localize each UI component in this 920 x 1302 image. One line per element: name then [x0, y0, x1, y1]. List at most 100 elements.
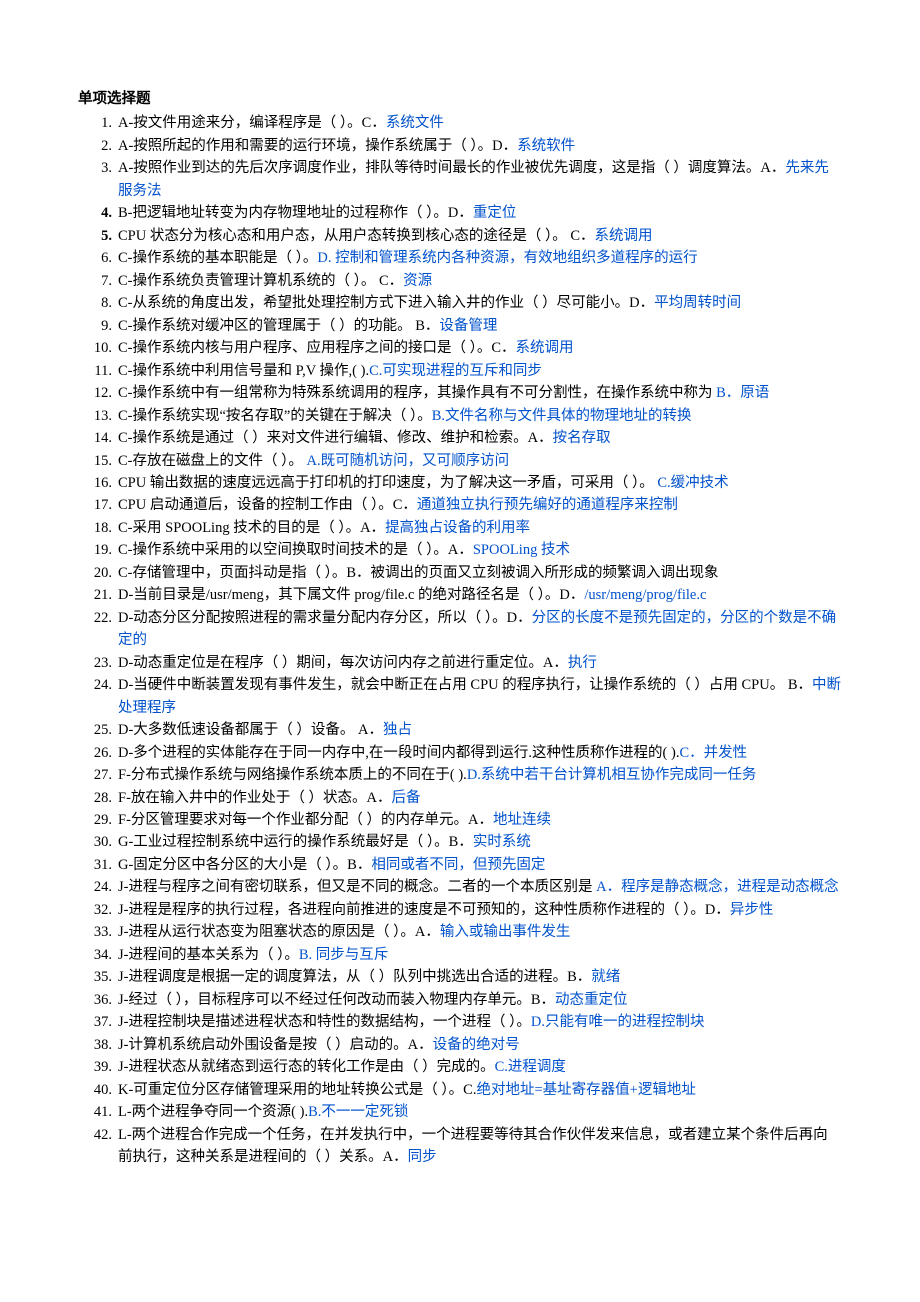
question-content: L-两个进程合作完成一个任务，在并发执行中，一个进程要等待其合作伙伴发来信息，或…	[118, 1124, 842, 1169]
question-item: 4.B-把逻辑地址转变为内存物理地址的过程称作（ ）。D．重定位	[78, 202, 842, 224]
question-number: 37.	[78, 1011, 118, 1033]
question-text: G-固定分区中各分区的大小是（ ）。B．	[118, 857, 371, 873]
question-text: A-按照所起的作用和需要的运行环境，操作系统属于（ ）。D．	[118, 138, 517, 154]
answer-text: 设备管理	[439, 318, 497, 334]
question-item: 29.F-分区管理要求对每一个作业都分配（ ）的内存单元。A．地址连续	[78, 809, 842, 831]
question-content: CPU 启动通道后，设备的控制工作由（ ）。C．通道独立执行预先编好的通道程序来…	[118, 494, 842, 516]
section-heading: 单项选择题	[78, 88, 842, 110]
question-content: CPU 状态分为核心态和用户态，从用户态转换到核心态的途径是（ ）。 C．系统调…	[118, 225, 842, 247]
question-item: 35.J-进程调度是根据一定的调度算法，从（ ）队列中挑选出合适的进程。B．就绪	[78, 966, 842, 988]
question-item: 23.D-动态重定位是在程序（ ）期间，每次访问内存之前进行重定位。A．执行	[78, 652, 842, 674]
answer-text: D. 控制和管理系统内各种资源，有效地组织多道程序的运行	[317, 250, 697, 266]
question-content: F-放在输入井中的作业处于（ ）状态。A．后备	[118, 787, 842, 809]
question-text: D-大多数低速设备都属于（ ）设备。 A．	[118, 722, 383, 738]
question-content: F-分区管理要求对每一个作业都分配（ ）的内存单元。A．地址连续	[118, 809, 842, 831]
question-content: J-计算机系统启动外围设备是按（ ）启动的。A．设备的绝对号	[118, 1034, 842, 1056]
answer-text: B．原语	[716, 385, 769, 401]
answer-text: 动态重定位	[555, 992, 628, 1008]
question-text: CPU 输出数据的速度远远高于打印机的打印速度，为了解决这一矛盾，可采用（ ）。	[118, 475, 657, 491]
question-item: 15.C-存放在磁盘上的文件（ ）。 A.既可随机访问，又可顺序访问	[78, 450, 842, 472]
question-text: C-操作系统是通过（ ）来对文件进行编辑、修改、维护和检索。A．	[118, 430, 553, 446]
question-content: F-分布式操作系统与网络操作系统本质上的不同在于( ).D.系统中若干台计算机相…	[118, 764, 842, 786]
question-text: C-操作系统对缓冲区的管理属于（ ）的功能。 B．	[118, 318, 439, 334]
answer-text: 同步	[408, 1149, 437, 1165]
answer-text: 系统调用	[516, 340, 574, 356]
question-number: 21.	[78, 584, 118, 606]
question-content: C-采用 SPOOLing 技术的目的是（ ）。A．提高独占设备的利用率	[118, 517, 842, 539]
question-content: C-存储管理中，页面抖动是指（ ）。B．被调出的页面又立刻被调入所形成的频繁调入…	[118, 562, 842, 584]
question-text: J-进程间的基本关系为（ ）。	[118, 947, 299, 963]
question-number: 4.	[78, 202, 118, 224]
question-item: 7.C-操作系统负责管理计算机系统的（ ）。 C．资源	[78, 270, 842, 292]
question-text: C-操作系统中采用的以空间换取时间技术的是（ ）。A．	[118, 542, 473, 558]
question-text: J-进程是程序的执行过程，各进程向前推进的速度是不可预知的，这种性质称作进程的（…	[118, 902, 730, 918]
question-item: 28.F-放在输入井中的作业处于（ ）状态。A．后备	[78, 787, 842, 809]
answer-text: 提高独占设备的利用率	[385, 520, 530, 536]
question-text: CPU 启动通道后，设备的控制工作由（ ）。C．	[118, 497, 417, 513]
answer-text: 平均周转时间	[654, 295, 741, 311]
question-content: C-操作系统的基本职能是（ ）。D. 控制和管理系统内各种资源，有效地组织多道程…	[118, 247, 842, 269]
answer-text: /usr/meng/prog/file.c	[584, 587, 706, 603]
question-item: 18.C-采用 SPOOLing 技术的目的是（ ）。A．提高独占设备的利用率	[78, 517, 842, 539]
answer-text: 设备的绝对号	[433, 1037, 520, 1053]
question-text: C-从系统的角度出发，希望批处理控制方式下进入输入井的作业（ ）尽可能小。D．	[118, 295, 654, 311]
answer-text: C.可实现进程的互斥和同步	[369, 363, 542, 379]
question-number: 7.	[78, 270, 118, 292]
question-item: 12.C-操作系统中有一组常称为特殊系统调用的程序，其操作具有不可分割性，在操作…	[78, 382, 842, 404]
question-item: 27.F-分布式操作系统与网络操作系统本质上的不同在于( ).D.系统中若干台计…	[78, 764, 842, 786]
question-item: 42.L-两个进程合作完成一个任务，在并发执行中，一个进程要等待其合作伙伴发来信…	[78, 1124, 842, 1169]
question-text: L-两个进程争夺同一个资源( ).	[118, 1104, 308, 1120]
question-text: C-操作系统中利用信号量和 P,V 操作,( ).	[118, 363, 369, 379]
question-text: L-两个进程合作完成一个任务，在并发执行中，一个进程要等待其合作伙伴发来信息，或…	[118, 1127, 828, 1165]
question-text: J-进程从运行状态变为阻塞状态的原因是（ ）。A．	[118, 924, 440, 940]
question-item: 5.CPU 状态分为核心态和用户态，从用户态转换到核心态的途径是（ ）。 C．系…	[78, 225, 842, 247]
question-content: C-操作系统是通过（ ）来对文件进行编辑、修改、维护和检索。A．按名存取	[118, 427, 842, 449]
question-number: 2.	[78, 135, 118, 157]
question-number: 42.	[78, 1124, 118, 1146]
question-item: 26.D-多个进程的实体能存在于同一内存中,在一段时间内都得到运行.这种性质称作…	[78, 742, 842, 764]
answer-text: 系统软件	[517, 138, 575, 154]
question-content: D-动态重定位是在程序（ ）期间，每次访问内存之前进行重定位。A．执行	[118, 652, 842, 674]
question-text: J-进程控制块是描述进程状态和特性的数据结构，一个进程（ ）。	[118, 1014, 531, 1030]
answer-text: 就绪	[591, 969, 620, 985]
question-text: C-操作系统实现“按名存取”的关键在于解决（ ）。	[118, 408, 432, 424]
question-text: C-操作系统内核与用户程序、应用程序之间的接口是（ ）。C．	[118, 340, 516, 356]
question-content: C-存放在磁盘上的文件（ ）。 A.既可随机访问，又可顺序访问	[118, 450, 842, 472]
question-text: D-当硬件中断装置发现有事件发生，就会中断正在占用 CPU 的程序执行，让操作系…	[118, 677, 812, 693]
question-content: L-两个进程争夺同一个资源( ).B.不一一定死锁	[118, 1101, 842, 1123]
question-content: J-进程调度是根据一定的调度算法，从（ ）队列中挑选出合适的进程。B．就绪	[118, 966, 842, 988]
answer-text: 异步性	[730, 902, 774, 918]
answer-text: B. 同步与互斥	[299, 947, 388, 963]
question-item: 41.L-两个进程争夺同一个资源( ).B.不一一定死锁	[78, 1101, 842, 1123]
question-content: C-操作系统负责管理计算机系统的（ ）。 C．资源	[118, 270, 842, 292]
answer-text: SPOOLing 技术	[473, 542, 570, 558]
question-number: 20.	[78, 562, 118, 584]
question-number: 24.	[78, 876, 118, 898]
question-text: C-存储管理中，页面抖动是指（ ）。B．被调出的页面又立刻被调入所形成的频繁调入…	[118, 565, 719, 581]
question-content: C-从系统的角度出发，希望批处理控制方式下进入输入井的作业（ ）尽可能小。D．平…	[118, 292, 842, 314]
question-content: A-按文件用途来分，编译程序是（ ）。C．系统文件	[118, 112, 842, 134]
question-content: D-多个进程的实体能存在于同一内存中,在一段时间内都得到运行.这种性质称作进程的…	[118, 742, 842, 764]
question-number: 18.	[78, 517, 118, 539]
answer-text: A.既可随机访问，又可顺序访问	[307, 453, 510, 469]
answer-text: 地址连续	[493, 812, 551, 828]
question-text: F-分区管理要求对每一个作业都分配（ ）的内存单元。A．	[118, 812, 493, 828]
answer-text: 实时系统	[473, 834, 531, 850]
question-item: 8.C-从系统的角度出发，希望批处理控制方式下进入输入井的作业（ ）尽可能小。D…	[78, 292, 842, 314]
question-text: J-经过（ ），目标程序可以不经过任何改动而装入物理内存单元。B．	[118, 992, 555, 1008]
question-number: 31.	[78, 854, 118, 876]
question-text: B-把逻辑地址转变为内存物理地址的过程称作（ ）。D．	[118, 205, 473, 221]
answer-text: 系统调用	[595, 228, 653, 244]
question-text: C-操作系统负责管理计算机系统的（ ）。 C．	[118, 273, 403, 289]
question-text: J-进程调度是根据一定的调度算法，从（ ）队列中挑选出合适的进程。B．	[118, 969, 591, 985]
question-number: 6.	[78, 247, 118, 269]
answer-text: 输入或输出事件发生	[440, 924, 571, 940]
question-item: 17.CPU 启动通道后，设备的控制工作由（ ）。C．通道独立执行预先编好的通道…	[78, 494, 842, 516]
question-item: 25.D-大多数低速设备都属于（ ）设备。 A．独占	[78, 719, 842, 741]
question-content: CPU 输出数据的速度远远高于打印机的打印速度，为了解决这一矛盾，可采用（ ）。…	[118, 472, 842, 494]
document-page: 单项选择题 1.A-按文件用途来分，编译程序是（ ）。C．系统文件2.A-按照所…	[0, 0, 920, 1302]
answer-text: 绝对地址=基址寄存器值+逻辑地址	[476, 1082, 695, 1098]
question-number: 36.	[78, 989, 118, 1011]
question-number: 27.	[78, 764, 118, 786]
answer-text: 资源	[403, 273, 432, 289]
